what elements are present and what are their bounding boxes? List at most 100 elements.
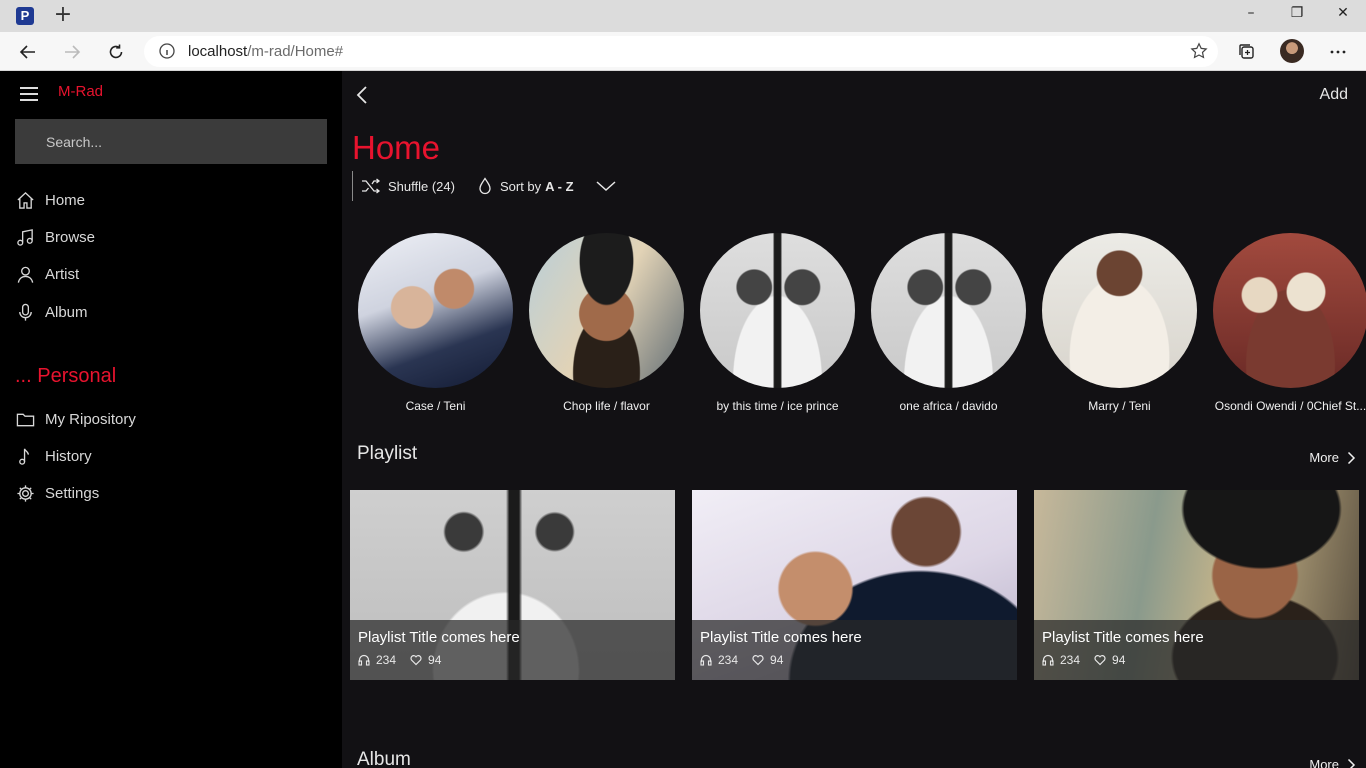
playlist-more-button[interactable]: More	[1309, 450, 1356, 465]
album-section-title: Album	[357, 749, 411, 768]
more-label: More	[1309, 757, 1339, 768]
artist-avatar	[1042, 233, 1197, 388]
playlist-card[interactable]: Playlist Title comes here 234 94	[350, 490, 675, 680]
minimize-button[interactable]: –	[1228, 2, 1274, 28]
microphone-icon	[15, 302, 35, 322]
heart-icon	[752, 655, 764, 666]
playlist-section-title: Playlist	[357, 443, 418, 464]
url-host: localhost	[188, 43, 248, 60]
heart-icon	[410, 655, 422, 666]
filter-bar: Shuffle (24) Sort by A - Z	[352, 171, 645, 201]
artist-card[interactable]: one africa / davido	[863, 233, 1034, 413]
tab-favicon-icon[interactable]: P	[16, 7, 34, 25]
nav-item-home[interactable]: Home	[15, 186, 85, 214]
playlist-card[interactable]: Playlist Title comes here 234 94	[1034, 490, 1359, 680]
chevron-right-icon	[1347, 451, 1356, 464]
artist-avatar	[1213, 233, 1366, 388]
artist-card[interactable]: Case / Teni	[350, 233, 521, 413]
artist-row: Case / Teni Chop life / flavor by this t…	[350, 233, 1366, 413]
nav-item-label: Home	[45, 191, 86, 209]
playlist-card-overlay: Playlist Title comes here 234 94	[350, 620, 675, 680]
new-tab-button[interactable]: +	[52, 4, 74, 26]
address-bar[interactable]: localhost/m-rad/Home#	[144, 36, 1218, 67]
artist-caption: Chop life / flavor	[563, 399, 650, 413]
nav-item-label: Settings	[45, 484, 100, 502]
browser-tabstrip: P + – ❐ ✕	[0, 0, 1366, 32]
playlist-stats: 234 94	[700, 653, 1009, 667]
nav-item-artist[interactable]: Artist	[15, 260, 79, 288]
sort-dropdown-chevron-icon[interactable]	[596, 180, 623, 192]
shuffle-label: Shuffle (24)	[388, 178, 455, 194]
artist-caption: by this time / ice prince	[716, 399, 839, 413]
artist-card[interactable]: Marry / Teni	[1034, 233, 1205, 413]
artist-avatar	[358, 233, 513, 388]
nav-item-label: History	[45, 447, 92, 465]
like-count: 94	[770, 653, 784, 667]
site-info-icon[interactable]	[158, 42, 176, 65]
artist-card[interactable]: by this time / ice prince	[692, 233, 863, 413]
restore-button[interactable]: ❐	[1274, 2, 1320, 28]
listen-count: 234	[718, 653, 739, 667]
playlist-stats: 234 94	[358, 653, 667, 667]
sort-button[interactable]: Sort by A - Z	[477, 177, 574, 195]
playlist-stats: 234 94	[1042, 653, 1351, 667]
sort-prefix: Sort by	[499, 178, 542, 194]
playlist-card-overlay: Playlist Title comes here 234 94	[1034, 620, 1359, 680]
reload-icon[interactable]	[102, 38, 130, 66]
forward-arrow-icon[interactable]	[58, 38, 86, 66]
sidebar: M-Rad Home Browse Artist Album ... Perso…	[0, 71, 342, 768]
brand-title: M-Rad	[58, 83, 104, 100]
playlist-title: Playlist Title comes here	[358, 629, 520, 646]
url-text: localhost/m-rad/Home#	[188, 43, 343, 60]
hamburger-menu-icon[interactable]	[20, 87, 38, 101]
headphones-icon	[700, 654, 712, 666]
close-window-button[interactable]: ✕	[1320, 2, 1366, 28]
heart-icon	[1094, 655, 1106, 666]
folder-icon	[15, 409, 35, 429]
shuffle-icon	[362, 178, 381, 194]
album-more-button[interactable]: More	[1309, 757, 1356, 768]
home-icon	[15, 190, 35, 210]
artist-avatar	[700, 233, 855, 388]
back-chevron-icon[interactable]	[354, 85, 370, 105]
artist-caption: one africa / davido	[899, 399, 998, 413]
artist-card[interactable]: Chop life / flavor	[521, 233, 692, 413]
add-button[interactable]: Add	[1320, 86, 1348, 104]
playlist-cards: Playlist Title comes here 234 94 Playlis…	[350, 490, 1366, 680]
collections-icon[interactable]	[1233, 38, 1261, 66]
page-title: Home	[352, 129, 441, 166]
sort-value: A - Z	[545, 178, 574, 194]
nav-item-album[interactable]: Album	[15, 298, 88, 326]
nav-item-settings[interactable]: Settings	[15, 479, 99, 507]
search-input[interactable]	[15, 119, 327, 164]
personal-section-title: ... Personal	[15, 365, 117, 387]
artist-avatar	[529, 233, 684, 388]
more-options-icon[interactable]	[1324, 38, 1352, 66]
playlist-card[interactable]: Playlist Title comes here 234 94	[692, 490, 1017, 680]
note-icon	[15, 446, 35, 466]
music-note-icon	[15, 227, 35, 247]
playlist-title: Playlist Title comes here	[1042, 629, 1204, 646]
like-count: 94	[428, 653, 442, 667]
playlist-card-overlay: Playlist Title comes here 234 94	[692, 620, 1017, 680]
drop-icon	[479, 177, 491, 195]
headphones-icon	[358, 654, 370, 666]
person-icon	[15, 264, 35, 284]
like-count: 94	[1112, 653, 1126, 667]
playlist-title: Playlist Title comes here	[700, 629, 862, 646]
nav-item-browse[interactable]: Browse	[15, 223, 95, 251]
profile-avatar[interactable]	[1280, 39, 1304, 63]
more-label: More	[1309, 450, 1339, 465]
chevron-right-icon	[1347, 758, 1356, 768]
shuffle-button[interactable]: Shuffle (24)	[361, 178, 455, 194]
nav-item-my-ripository[interactable]: My Ripository	[15, 405, 136, 433]
back-arrow-icon[interactable]	[14, 38, 42, 66]
favorite-star-icon[interactable]	[1190, 42, 1208, 65]
artist-caption: Case / Teni	[405, 399, 466, 413]
artist-avatar	[871, 233, 1026, 388]
url-path: /m-rad/Home#	[247, 43, 344, 60]
nav-item-history[interactable]: History	[15, 442, 92, 470]
gear-icon	[15, 483, 35, 503]
listen-count: 234	[376, 653, 397, 667]
artist-card[interactable]: Osondi Owendi / 0Chief St...	[1205, 233, 1366, 413]
